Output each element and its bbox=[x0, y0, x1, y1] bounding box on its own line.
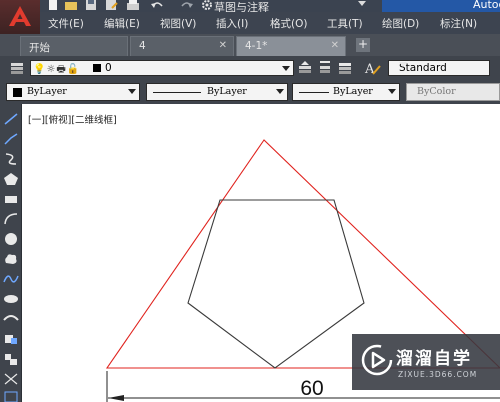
watermark-title: 溜溜自学 bbox=[396, 349, 472, 369]
watermark: 溜溜自学 ZIXUE.3D66.COM bbox=[352, 334, 500, 390]
pentagon[interactable] bbox=[187, 199, 365, 369]
play-logo-icon bbox=[360, 343, 394, 377]
dimension-text[interactable]: 60 bbox=[300, 377, 323, 400]
dimension-arrow-icon bbox=[108, 395, 124, 401]
watermark-url: ZIXUE.3D66.COM bbox=[398, 370, 478, 379]
